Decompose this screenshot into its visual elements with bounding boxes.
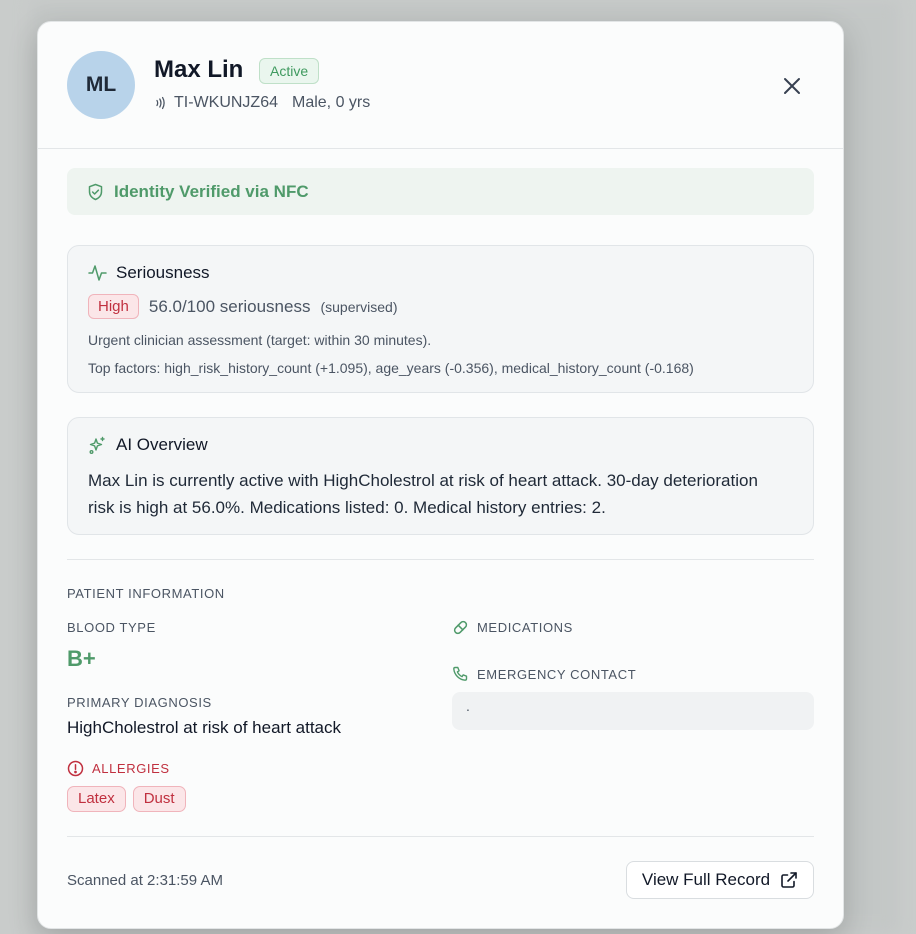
pill-icon — [453, 620, 468, 635]
tag-id: TI-WKUNJZ64 — [174, 94, 278, 111]
ai-overview-card: AI Overview Max Lin is currently active … — [67, 417, 814, 535]
seriousness-title-text: Seriousness — [116, 263, 210, 282]
nfc-icon — [156, 96, 165, 110]
external-link-icon — [781, 872, 797, 888]
allergy-chip: Dust — [132, 786, 186, 812]
patient-name: Max Lin — [154, 56, 244, 83]
severity-mode: (supervised) — [320, 298, 398, 315]
shield-check-icon — [88, 183, 103, 200]
avatar: ML — [67, 51, 135, 119]
view-full-record-button[interactable]: View Full Record — [626, 861, 814, 899]
severity-row: High 56.0/100 seriousness (supervised) — [88, 294, 398, 319]
scanned-timestamp: Scanned at 2:31:59 AM — [67, 872, 223, 889]
emergency-contact-label: EMERGENCY CONTACT — [452, 666, 636, 683]
severity-note: Urgent clinician assessment (target: wit… — [88, 332, 432, 348]
activity-icon — [88, 265, 107, 281]
emergency-contact-value: . — [452, 692, 814, 730]
close-icon — [784, 78, 800, 94]
seriousness-title: Seriousness — [88, 263, 210, 283]
blood-type-label: BLOOD TYPE — [67, 620, 156, 635]
patient-scan-modal: ML Max Lin Active TI-WKUNJZ64 Male, 0 yr… — [37, 21, 844, 929]
allergies-label-text: ALLERGIES — [92, 761, 170, 776]
ai-overview-title-text: AI Overview — [116, 435, 208, 454]
patient-id-row: TI-WKUNJZ64 Male, 0 yrs — [154, 94, 370, 112]
diagnosis-label: PRIMARY DIAGNOSIS — [67, 695, 212, 710]
view-full-record-label: View Full Record — [641, 870, 771, 889]
medications-label-text: MEDICATIONS — [477, 620, 573, 635]
medications-label: MEDICATIONS — [452, 619, 573, 636]
seriousness-card: Seriousness High 56.0/100 seriousness (s… — [67, 245, 814, 393]
close-button[interactable] — [778, 72, 806, 100]
emergency-contact-label-text: EMERGENCY CONTACT — [477, 667, 637, 682]
identity-verified-banner: Identity Verified via NFC — [67, 168, 814, 215]
severity-factors: Top factors: high_risk_history_count (+1… — [88, 360, 694, 376]
section-divider — [67, 559, 814, 560]
severity-score: 56.0/100 seriousness — [148, 296, 311, 316]
allergy-list: Latex Dust — [67, 786, 193, 812]
sex-age: Male, 0 yrs — [292, 94, 371, 111]
blood-type-value: B+ — [67, 646, 96, 671]
footer-divider — [67, 836, 814, 837]
sparkles-icon — [89, 436, 105, 454]
alert-circle-icon — [67, 760, 84, 777]
patient-info-heading: PATIENT INFORMATION — [67, 586, 225, 601]
ai-overview-text: Max Lin is currently active with HighCho… — [88, 471, 758, 517]
phone-icon — [453, 666, 468, 681]
allergies-label: ALLERGIES — [67, 760, 170, 777]
diagnosis-value: HighCholestrol at risk of heart attack — [67, 718, 342, 737]
ai-overview-title: AI Overview — [88, 435, 208, 455]
modal-header: ML Max Lin Active TI-WKUNJZ64 Male, 0 yr… — [38, 22, 843, 149]
severity-badge: High — [88, 294, 139, 319]
verification-text: Identity Verified via NFC — [114, 181, 309, 201]
status-badge: Active — [259, 58, 320, 84]
allergy-chip: Latex — [67, 786, 126, 812]
